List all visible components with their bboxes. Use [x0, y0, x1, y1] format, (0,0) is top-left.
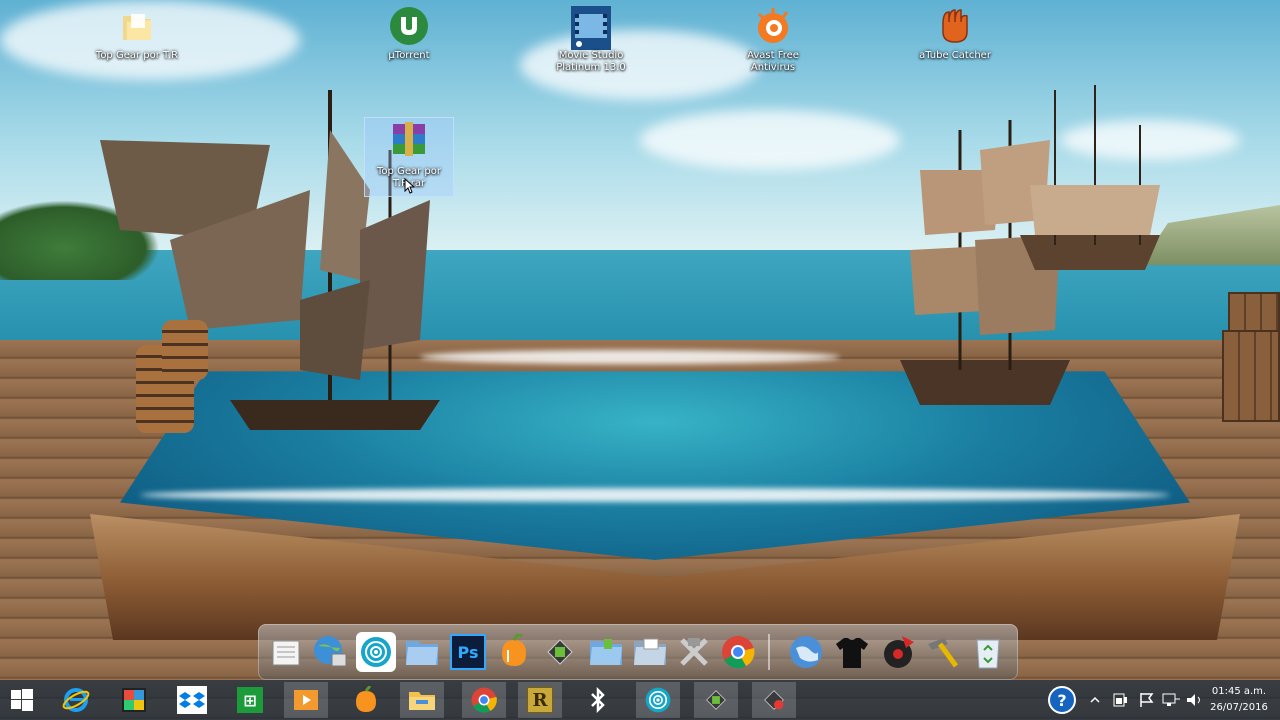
desktop-icon-top-gear-folder[interactable]: Top Gear por T.R — [92, 6, 182, 62]
mouse-cursor-icon — [404, 178, 416, 194]
chrome-icon[interactable] — [718, 632, 758, 672]
wave-foam — [140, 488, 1170, 502]
barrel — [162, 320, 208, 380]
fl-studio-icon[interactable] — [494, 632, 534, 672]
chevron-up-icon[interactable] — [1086, 691, 1104, 709]
tools-icon[interactable] — [674, 632, 714, 672]
start-button[interactable] — [0, 682, 44, 718]
desktop-icon-movie-studio[interactable]: Movie Studio Platinum 13.0 — [546, 6, 636, 74]
system-tray — [1086, 680, 1206, 720]
clock-time: 01:45 a.m. — [1211, 686, 1267, 697]
folder-blue-icon[interactable] — [402, 632, 442, 672]
winrar-archive-icon — [389, 122, 429, 162]
desktop-wallpaper — [0, 0, 1280, 720]
dock: Ps — [258, 624, 1018, 680]
avast-icon — [753, 6, 793, 46]
folder-grey-icon[interactable] — [630, 632, 670, 672]
internet-explorer-icon[interactable] — [54, 682, 98, 718]
help-icon: ? — [1048, 686, 1076, 714]
help-button[interactable]: ? — [1040, 682, 1084, 718]
desktop-icon-avast[interactable]: Avast Free Antivirus — [728, 6, 818, 74]
notepad-icon[interactable] — [266, 632, 306, 672]
r-app-icon[interactable]: R — [518, 682, 562, 718]
desktop-icon-label: µTorrent — [388, 50, 430, 61]
folder-green-icon[interactable] — [586, 632, 626, 672]
store-glyph: ⊞ — [237, 687, 263, 713]
bluetooth-icon[interactable] — [576, 682, 620, 718]
fl-studio-icon[interactable] — [344, 682, 388, 718]
desktop-icon-label: Top Gear por T.R — [95, 50, 179, 61]
folder-icon — [117, 6, 157, 46]
file-explorer-icon[interactable] — [400, 682, 444, 718]
clock-date: 26/07/2016 — [1210, 702, 1268, 713]
volume-icon[interactable] — [1184, 691, 1206, 709]
utorrent-icon — [389, 6, 429, 46]
atube-catcher-icon — [935, 6, 975, 46]
network-globe-icon[interactable] — [310, 632, 350, 672]
media-wifi-icon[interactable] — [636, 682, 680, 718]
desktop-icon-label: aTube Catcher — [919, 50, 991, 61]
desktop-icon-label: Movie Studio Platinum 13.0 — [556, 50, 626, 73]
cloud — [640, 110, 900, 170]
camtasia-icon[interactable] — [694, 682, 738, 718]
photoshop-icon[interactable]: Ps — [448, 632, 488, 672]
dropbox-icon[interactable] — [170, 682, 214, 718]
tshirt-icon[interactable] — [832, 632, 872, 672]
movie-studio-icon — [571, 6, 611, 50]
r-glyph: R — [527, 687, 553, 713]
camtasia-icon[interactable] — [540, 632, 580, 672]
taskbar: ⊞ R ? 01:45 a.m. 26/07/2016 — [0, 680, 1280, 720]
recycle-bin-icon[interactable] — [968, 632, 1008, 672]
dock-separator — [768, 634, 770, 670]
wave-foam — [420, 350, 840, 364]
battery-icon[interactable] — [1110, 691, 1134, 709]
crate — [1228, 292, 1280, 332]
photoshop-label: Ps — [450, 634, 486, 670]
globe-icon[interactable] — [786, 632, 826, 672]
start-icon — [11, 689, 33, 711]
recorder-icon[interactable] — [752, 682, 796, 718]
desktop-icon-utorrent[interactable]: µTorrent — [364, 6, 454, 62]
network-icon[interactable] — [1160, 691, 1182, 709]
crate — [1222, 330, 1280, 422]
app-store-icon[interactable] — [112, 682, 156, 718]
desktop-icon-label: Avast Free Antivirus — [747, 50, 799, 73]
taskbar-clock[interactable]: 01:45 a.m. 26/07/2016 — [1204, 684, 1274, 716]
chrome-icon[interactable] — [462, 682, 506, 718]
hammer-icon[interactable] — [922, 632, 962, 672]
vinyl-icon[interactable] — [878, 632, 918, 672]
desktop-icon-atube-catcher[interactable]: aTube Catcher — [910, 6, 1000, 62]
windows-store-icon[interactable]: ⊞ — [228, 682, 272, 718]
media-player-icon[interactable] — [284, 682, 328, 718]
distant-ship — [1020, 85, 1160, 270]
flag-icon[interactable] — [1136, 691, 1158, 709]
media-wifi-icon[interactable] — [356, 632, 396, 672]
